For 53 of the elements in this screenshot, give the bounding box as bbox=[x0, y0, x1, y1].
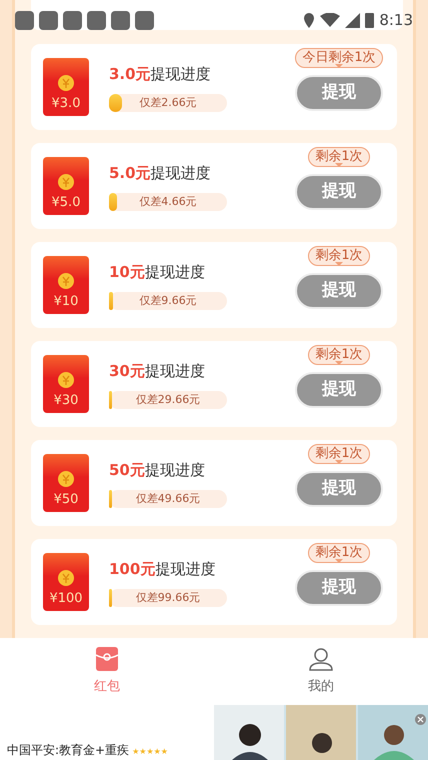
notification-icon bbox=[15, 10, 34, 30]
notification-icon bbox=[135, 10, 154, 30]
person-icon bbox=[309, 646, 333, 671]
progress-title: 提现进度 bbox=[144, 263, 205, 281]
amount-text: 100元 bbox=[109, 560, 156, 578]
progress-text: 仅差99.66元 bbox=[136, 590, 200, 606]
envelope-value: ¥100 bbox=[49, 592, 83, 605]
remaining-badge: 剩余1次 bbox=[308, 246, 370, 266]
coin-icon bbox=[57, 74, 75, 92]
envelope-icon bbox=[96, 646, 118, 671]
remaining-badge: 剩余1次 bbox=[308, 146, 370, 166]
amount-text: 50元 bbox=[109, 461, 145, 479]
envelope-value: ¥5.0 bbox=[52, 196, 80, 209]
tab[interactable]: 红包 bbox=[0, 638, 214, 705]
progress-text: 仅差29.66元 bbox=[136, 392, 200, 408]
coin-icon bbox=[57, 173, 75, 191]
progress-title: 提现进度 bbox=[144, 362, 205, 380]
envelope-value: ¥3.0 bbox=[52, 97, 80, 110]
envelope-value: ¥10 bbox=[54, 295, 78, 308]
coin-icon bbox=[57, 470, 75, 488]
progress-text: 仅差2.66元 bbox=[139, 94, 197, 111]
tab[interactable]: 我的 bbox=[214, 638, 428, 705]
star-rating: ★★★★★ bbox=[132, 747, 168, 756]
coin-icon bbox=[57, 371, 75, 389]
notification-icon bbox=[63, 10, 82, 30]
battery-icon bbox=[365, 12, 374, 28]
location-icon bbox=[303, 12, 316, 28]
progress-text: 仅差9.66元 bbox=[139, 292, 197, 309]
amount-text: 10元 bbox=[109, 263, 145, 281]
notification-icon bbox=[111, 10, 130, 30]
progress-title: 提现进度 bbox=[150, 164, 211, 182]
progress-text: 仅差49.66元 bbox=[136, 490, 200, 507]
remaining-badge: 剩余1次 bbox=[308, 542, 370, 562]
notification-icon bbox=[87, 10, 106, 30]
wifi-icon bbox=[320, 13, 340, 27]
ad-text: 中国平安:教育金+重疾 bbox=[7, 743, 130, 757]
progress-title: 提现进度 bbox=[144, 461, 205, 479]
signal-icon bbox=[345, 12, 360, 28]
remaining-badge: 今日剩余1次 bbox=[295, 48, 383, 68]
coin-icon bbox=[57, 569, 75, 587]
notification-icon bbox=[39, 10, 58, 30]
remaining-badge: 剩余1次 bbox=[308, 344, 370, 364]
remaining-badge: 剩余1次 bbox=[308, 444, 370, 464]
amount-text: 30元 bbox=[109, 362, 145, 380]
envelope-value: ¥30 bbox=[54, 394, 78, 407]
amount-text: 5.0元 bbox=[109, 164, 151, 182]
envelope-value: ¥50 bbox=[54, 493, 78, 506]
coin-icon bbox=[57, 272, 75, 290]
progress-title: 提现进度 bbox=[155, 560, 216, 578]
progress-title: 提现进度 bbox=[150, 65, 211, 83]
progress-text: 仅差4.66元 bbox=[139, 194, 197, 210]
status-time: 8:13 bbox=[379, 10, 413, 31]
amount-text: 3.0元 bbox=[109, 65, 151, 83]
